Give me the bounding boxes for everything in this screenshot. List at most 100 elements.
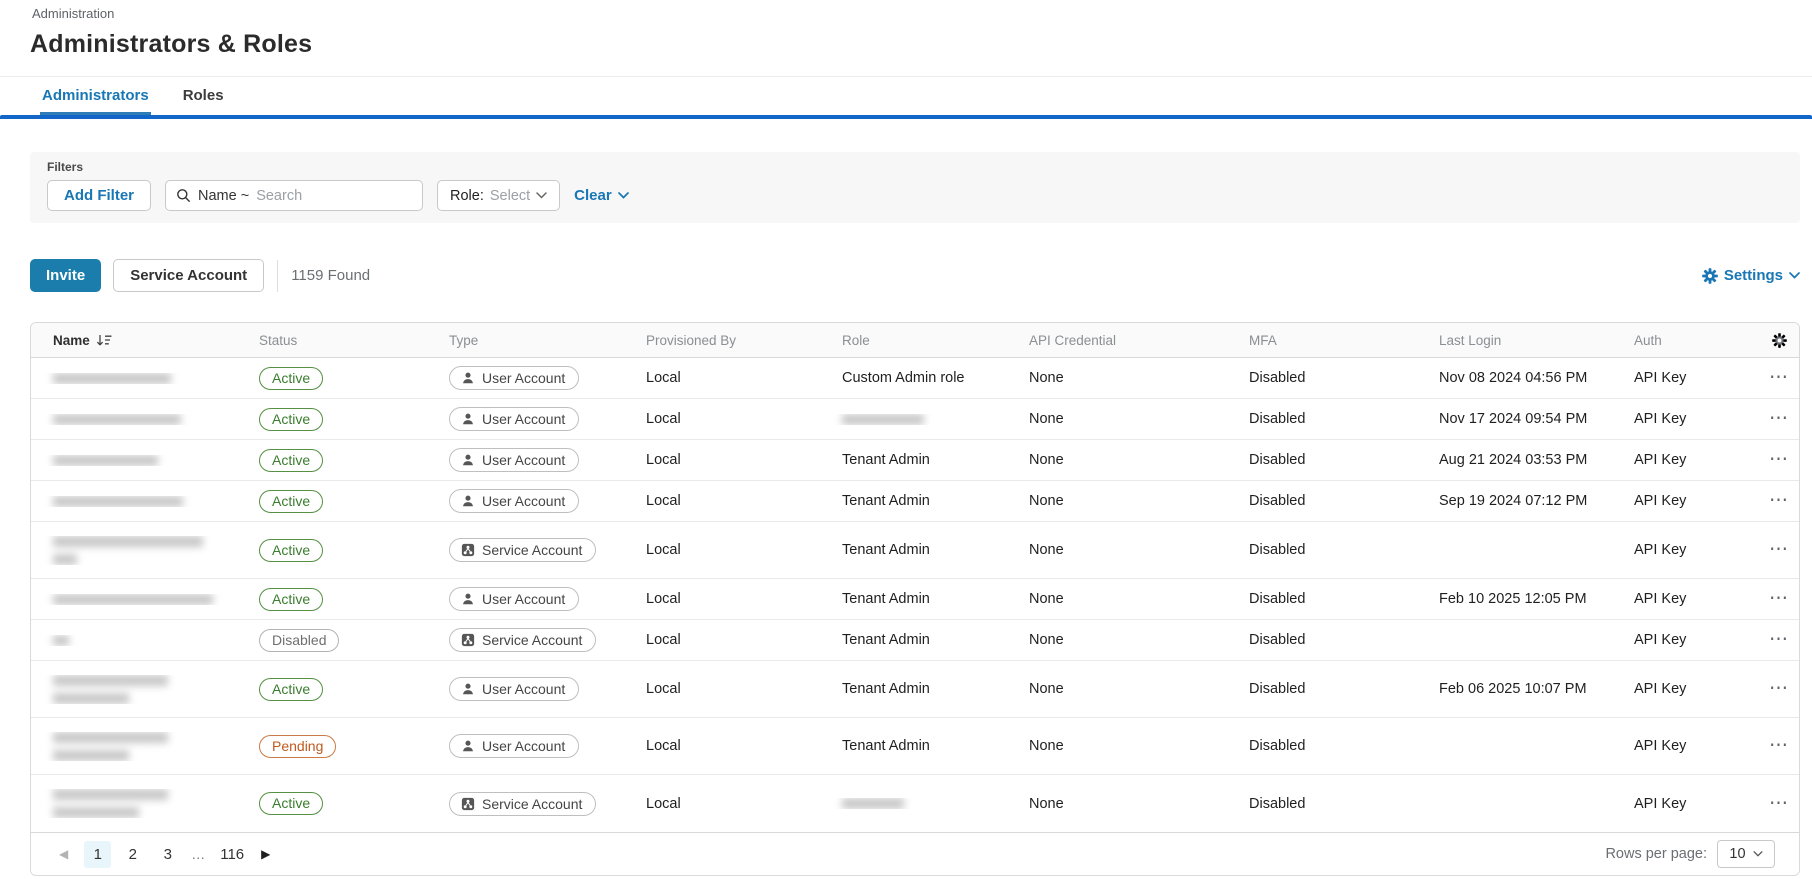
filters-label: Filters [47, 160, 84, 174]
status-badge: Active [259, 792, 324, 815]
row-actions-button[interactable]: ⋯ [1769, 741, 1789, 751]
redacted-name [53, 634, 237, 646]
column-header-label: API Credential [1029, 332, 1117, 348]
cell-status: Pending [237, 734, 427, 758]
status-badge: Active [259, 366, 324, 390]
cell-api-credential: None [1029, 493, 1064, 509]
search-filter-field: Name ~ [198, 187, 250, 204]
table-row: Active User Account Local Tenant Admin None D… [31, 661, 1799, 718]
cell-mfa: Disabled [1249, 493, 1306, 509]
cell-role: Tenant Admin [842, 452, 930, 468]
page-button-116[interactable]: 116 [215, 841, 249, 868]
cell-type: User Account [427, 366, 624, 390]
column-header-name[interactable]: Name [31, 333, 237, 348]
cell-role: Tenant Admin [842, 542, 930, 558]
cell-mfa: Disabled [1249, 632, 1306, 648]
column-header-provisioned-by[interactable]: Provisioned By [624, 333, 820, 348]
pagination-bar: ◀ 1 2 3 … 116 ▶ Rows per page: 10 [31, 832, 1799, 875]
previous-page-button[interactable]: ◀ [53, 843, 74, 865]
row-actions-button[interactable]: ⋯ [1769, 373, 1789, 383]
cell-mfa: Disabled [1249, 370, 1306, 386]
row-actions-button[interactable]: ⋯ [1769, 455, 1789, 465]
cell-last-login: Sep 19 2024 07:12 PM [1439, 493, 1588, 509]
type-chip-label: User Account [482, 738, 566, 754]
row-actions-button[interactable]: ⋯ [1769, 594, 1789, 604]
column-header-api-credential[interactable]: API Credential [1007, 333, 1227, 348]
rows-per-page-select[interactable]: 10 [1717, 840, 1775, 868]
redacted-name [53, 454, 237, 466]
table-row: Active User Account Local Tenant Admin None D… [31, 440, 1799, 481]
invite-button[interactable]: Invite [30, 259, 102, 292]
add-filter-button[interactable]: Add Filter [47, 180, 151, 211]
row-actions-button[interactable]: ⋯ [1769, 545, 1789, 555]
page-gap-ellipsis: … [191, 846, 206, 862]
column-header-label: Provisioned By [646, 332, 737, 348]
page-button-3[interactable]: 3 [154, 841, 181, 868]
table-row: Active Service Account Local Tenant Admin No… [31, 522, 1799, 579]
row-actions-button[interactable]: ⋯ [1769, 414, 1789, 424]
column-header-role[interactable]: Role [820, 333, 1007, 348]
next-page-button[interactable]: ▶ [255, 843, 276, 865]
row-actions-button[interactable]: ⋯ [1769, 684, 1789, 694]
redacted-text-bar [53, 454, 158, 466]
breadcrumb[interactable]: Administration [32, 6, 1812, 21]
column-header-auth[interactable]: Auth [1612, 333, 1757, 348]
rows-per-page-label: Rows per page: [1605, 846, 1707, 862]
redacted-name [53, 674, 237, 704]
row-actions-button[interactable]: ⋯ [1769, 635, 1789, 645]
role-filter-dropdown[interactable]: Role: Select [437, 180, 561, 211]
status-badge: Active [259, 677, 324, 701]
type-chip: User Account [449, 489, 580, 513]
settings-label: Settings [1723, 267, 1783, 284]
cell-type: User Account [427, 489, 624, 513]
cell-type: User Account [427, 407, 624, 431]
page-title: Administrators & Roles [30, 30, 313, 58]
cell-auth: API Key [1634, 452, 1687, 468]
clear-filters-button[interactable]: Clear [574, 187, 629, 204]
redacted-name [53, 413, 237, 425]
chevron-down-icon [536, 192, 547, 199]
type-chip: User Account [449, 366, 580, 390]
column-header-last-login[interactable]: Last Login [1417, 333, 1612, 348]
column-header-label: Last Login [1439, 332, 1502, 348]
status-badge: Disabled [259, 628, 340, 652]
column-header-mfa[interactable]: MFA [1227, 333, 1417, 348]
column-header-status[interactable]: Status [237, 333, 427, 348]
cell-role: Custom Admin role [842, 370, 965, 386]
cell-provisioned-by: Local [646, 452, 681, 468]
tab-roles[interactable]: Roles [181, 77, 226, 115]
type-chip: User Account [449, 677, 580, 701]
cell-provisioned-by: Local [646, 591, 681, 607]
name-search-input[interactable]: Name ~ Search [165, 180, 423, 211]
column-header-label: Name [53, 332, 90, 348]
column-header-label: MFA [1249, 332, 1277, 348]
cell-mfa: Disabled [1249, 591, 1306, 607]
role-filter-label: Role: [450, 187, 484, 204]
service-account-icon [461, 797, 475, 811]
cell-api-credential: None [1029, 591, 1064, 607]
service-account-button[interactable]: Service Account [113, 259, 265, 292]
cell-auth: API Key [1634, 632, 1687, 648]
settings-dropdown[interactable]: Settings [1702, 267, 1800, 284]
cell-status: Active [237, 366, 427, 390]
cell-name [31, 413, 237, 425]
cell-type: Service Account [427, 628, 624, 652]
cell-mfa: Disabled [1249, 411, 1306, 427]
page-button-1[interactable]: 1 [84, 840, 112, 868]
page-button-2[interactable]: 2 [119, 841, 146, 868]
cell-name [31, 593, 237, 605]
row-actions-button[interactable]: ⋯ [1769, 799, 1789, 809]
search-placeholder: Search [256, 187, 303, 204]
cell-actions: ⋯ [1757, 414, 1799, 424]
tab-administrators[interactable]: Administrators [40, 77, 151, 115]
column-settings-button[interactable] [1757, 332, 1799, 348]
column-header-label: Role [842, 332, 870, 348]
row-actions-button[interactable]: ⋯ [1769, 496, 1789, 506]
cell-api-credential: None [1029, 795, 1064, 812]
gear-icon [1771, 332, 1787, 348]
table-row: Active User Account Local Custom Admin role… [31, 358, 1799, 399]
column-header-type[interactable]: Type [427, 333, 624, 348]
user-icon [461, 494, 475, 508]
cell-type: User Account [427, 587, 624, 611]
type-chip-label: User Account [482, 370, 566, 386]
